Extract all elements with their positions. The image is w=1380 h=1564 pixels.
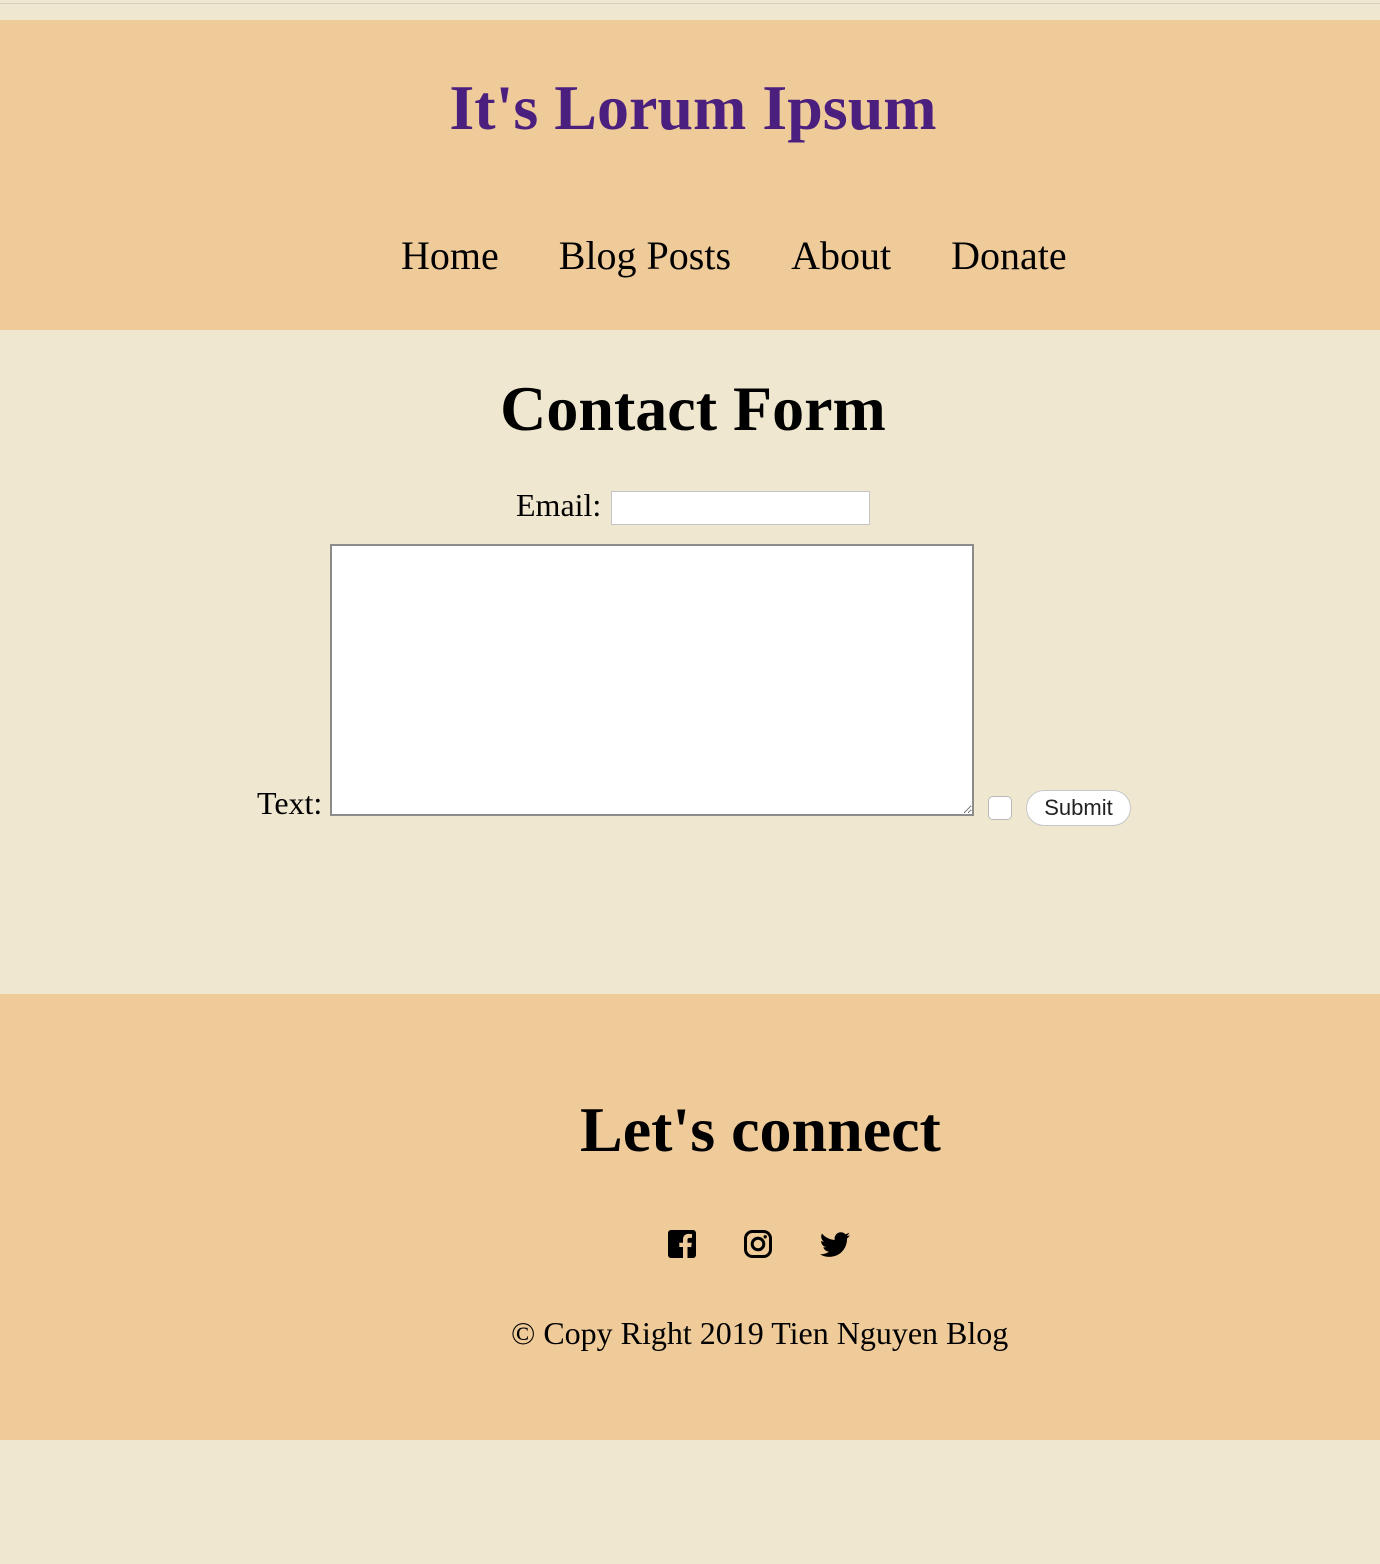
email-label: Email: [516,487,602,523]
main-nav: Home Blog Posts About Donate [401,232,1067,280]
email-field[interactable] [611,491,870,525]
nav-link-blog-posts[interactable]: Blog Posts [559,236,731,276]
twitter-icon[interactable] [819,1228,851,1260]
site-header: It's Lorum Ipsum Home Blog Posts About D… [0,20,1380,330]
submit-button[interactable]: Submit [1026,790,1131,826]
connect-title: Let's connect [580,1094,941,1165]
contact-form-title: Contact Form [500,373,886,444]
site-title: It's Lorum Ipsum [449,72,937,143]
top-divider [0,3,1380,4]
nav-link-home[interactable]: Home [401,236,499,276]
copyright-text: © Copy Right 2019 Tien Nguyen Blog [511,1315,1009,1351]
message-textarea[interactable] [330,544,974,816]
nav-link-about[interactable]: About [791,236,891,276]
instagram-icon[interactable] [742,1228,774,1260]
nav-link-donate[interactable]: Donate [951,236,1067,276]
text-label: Text: [257,785,323,821]
agree-checkbox[interactable] [988,796,1012,820]
facebook-icon[interactable] [666,1228,698,1260]
site-footer: Let's connect © Copy Right 2019 Tien Ngu… [0,994,1380,1440]
